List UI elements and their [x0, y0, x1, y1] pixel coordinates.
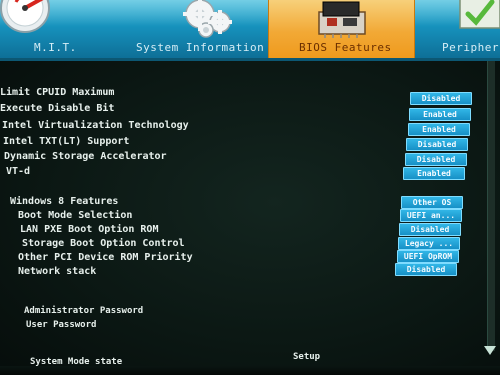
tab-system-information-label: System Information [136, 41, 265, 54]
setting-label-execute-disable-bit[interactable]: Execute Disable Bit [0, 103, 114, 115]
setting-label-intel-virtualization[interactable]: Intel Virtualization Technology [2, 120, 189, 132]
scroll-down-arrow-icon[interactable] [484, 346, 496, 355]
setting-label-dynamic-storage[interactable]: Dynamic Storage Accelerator [4, 151, 167, 163]
setting-label-intel-txt[interactable]: Intel TXT(LT) Support [3, 136, 129, 148]
peripherals-icon [459, 0, 500, 29]
setting-label-storage-boot[interactable]: Storage Boot Option Control [22, 238, 185, 250]
setting-value-lan-pxe[interactable]: Disabled [399, 223, 461, 236]
user-password-item[interactable]: User Password [26, 319, 96, 331]
setting-label-boot-mode[interactable]: Boot Mode Selection [18, 210, 132, 222]
setting-value-boot-mode[interactable]: UEFI an... [400, 209, 462, 222]
setting-value-network-stack[interactable]: Disabled [395, 263, 457, 276]
tab-bios-features-label: BIOS Features [299, 41, 392, 54]
tab-mit-label: M.I.T. [34, 41, 77, 54]
setting-value-intel-virtualization[interactable]: Enabled [408, 123, 470, 136]
setting-value-windows8-features[interactable]: Other OS [401, 196, 463, 209]
top-nav-shine [0, 0, 500, 26]
settings-scrollbar[interactable] [487, 61, 495, 351]
system-mode-state-value: Setup [293, 352, 321, 362]
bottom-edge [0, 366, 500, 375]
setting-value-storage-boot[interactable]: Legacy ... [398, 237, 460, 250]
tab-peripherals-label: Peripher [442, 41, 499, 54]
speedometer-icon [0, 0, 50, 33]
setting-label-vt-d[interactable]: VT-d [6, 166, 30, 178]
setting-value-dynamic-storage[interactable]: Disabled [405, 153, 467, 166]
setting-label-lan-pxe[interactable]: LAN PXE Boot Option ROM [20, 224, 158, 236]
setting-value-execute-disable-bit[interactable]: Enabled [409, 108, 471, 121]
bios-chip-icon [318, 1, 366, 38]
setting-value-intel-txt[interactable]: Disabled [406, 138, 468, 151]
setting-label-windows8-features[interactable]: Windows 8 Features [10, 196, 118, 208]
administrator-password-item[interactable]: Administrator Password [24, 305, 143, 317]
top-nav-bar: M.I.T. System Information BIOS Features … [0, 0, 500, 58]
setting-value-limit-cpuid[interactable]: Disabled [410, 92, 472, 105]
tab-bios-features[interactable]: BIOS Features [268, 0, 415, 58]
setting-label-other-pci[interactable]: Other PCI Device ROM Priority [18, 252, 193, 264]
setting-value-other-pci[interactable]: UEFI OpROM [397, 250, 459, 263]
setting-label-network-stack[interactable]: Network stack [18, 266, 96, 278]
setting-label-limit-cpuid[interactable]: Limit CPUID Maximum [0, 87, 114, 99]
setting-value-vt-d[interactable]: Enabled [403, 167, 465, 180]
gears-icon [183, 0, 232, 38]
